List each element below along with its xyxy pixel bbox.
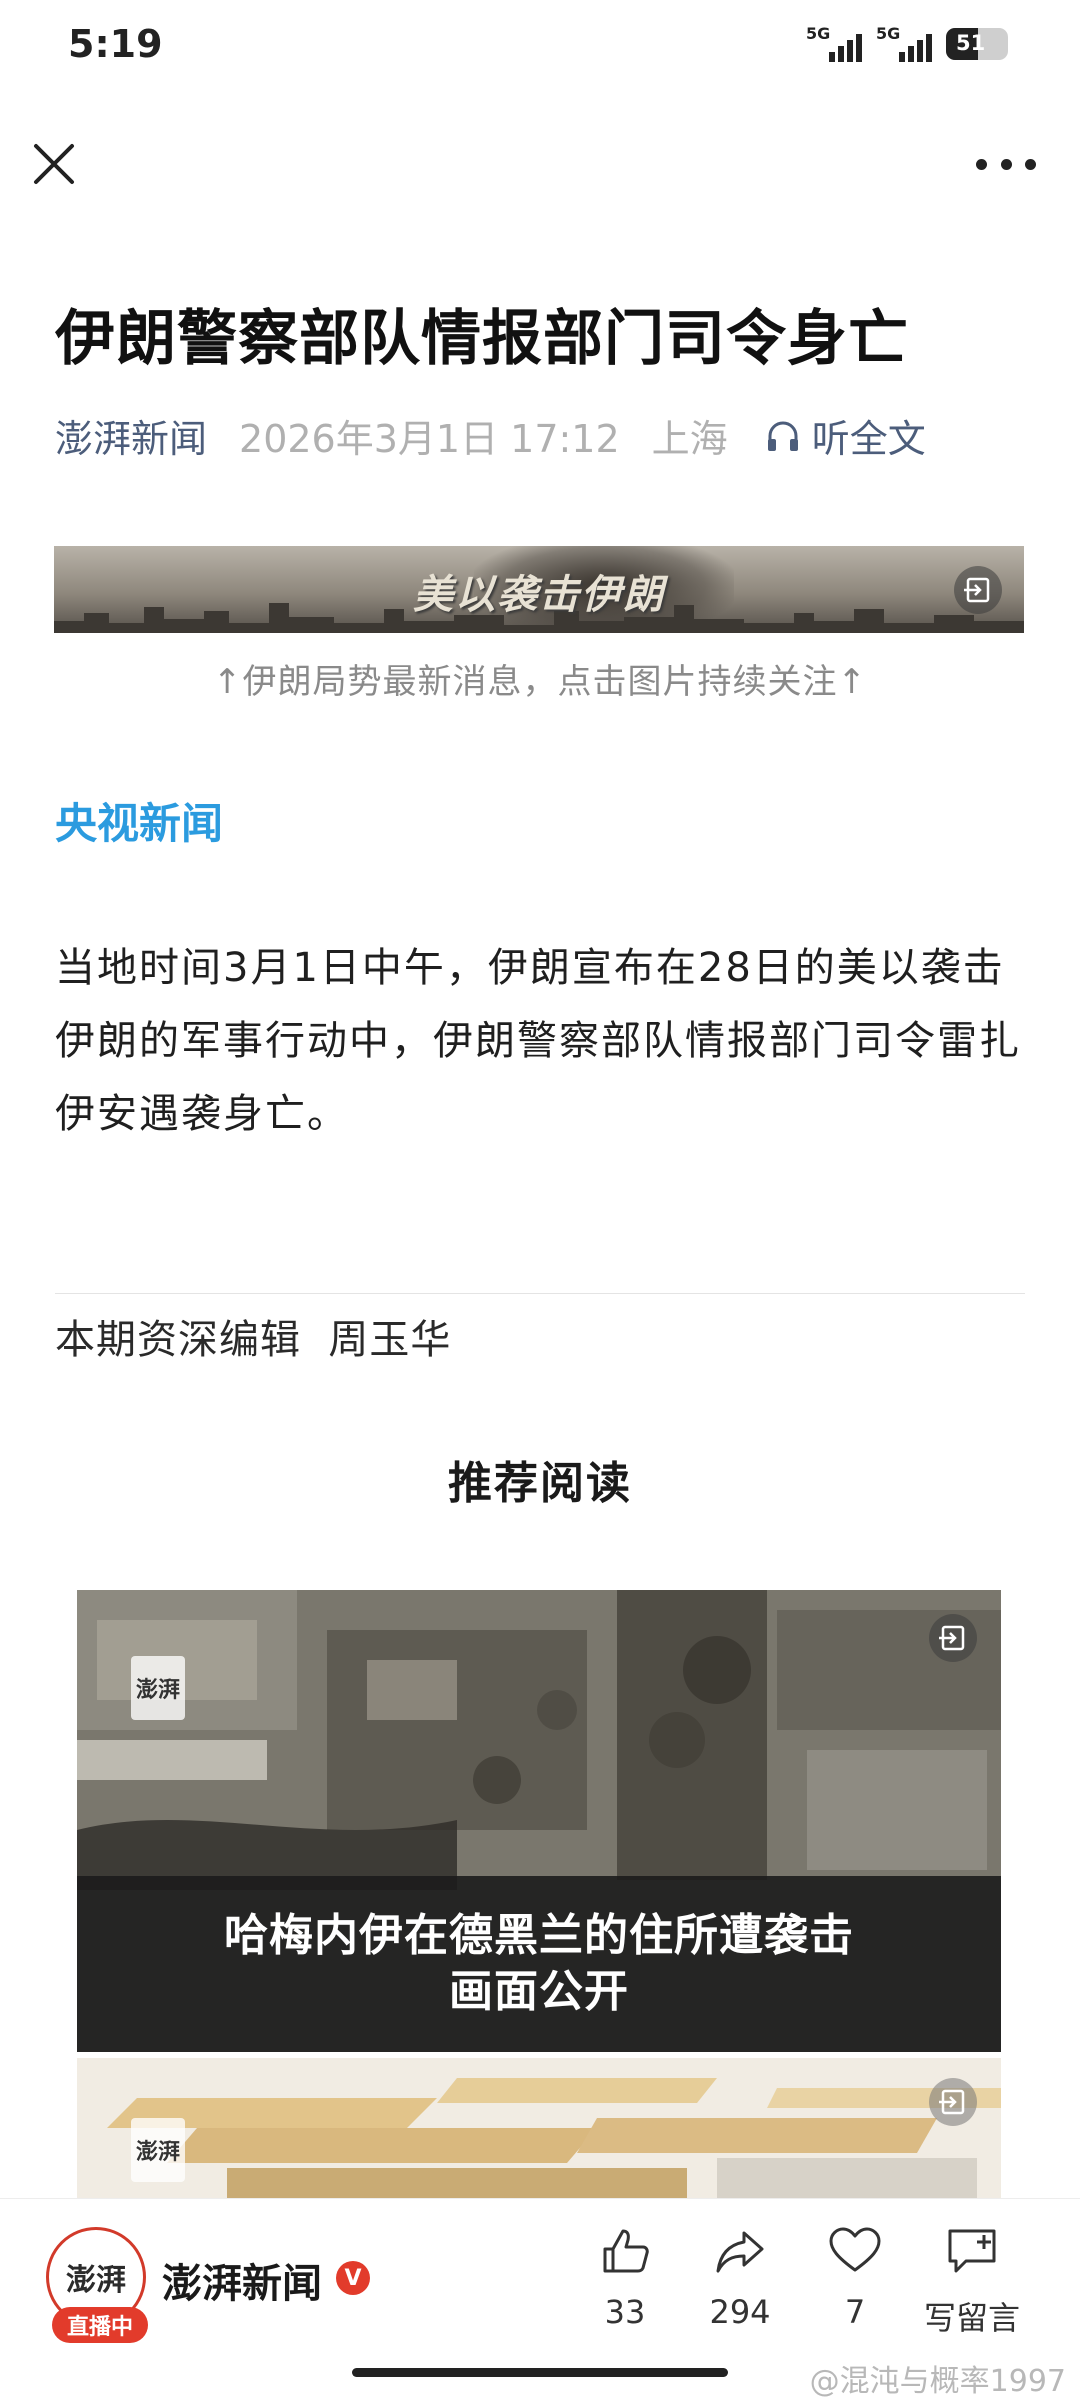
share-count: 294: [709, 2293, 771, 2331]
weibo-watermark: @混沌与概率1997: [809, 2364, 1066, 2399]
battery-level: 51: [956, 31, 986, 55]
article-source-link[interactable]: 澎湃新闻: [55, 408, 207, 463]
favorite-button[interactable]: 7: [795, 2223, 915, 2331]
card-caption-line2: 画面公开: [449, 1966, 629, 2017]
expand-icon[interactable]: [929, 2078, 977, 2126]
watermark-logo: 澎湃: [131, 1656, 185, 1720]
article-title: 伊朗警察部队情报部门司令身亡: [55, 304, 909, 374]
favorite-icon: [829, 2227, 881, 2272]
verified-badge: V: [336, 2261, 370, 2295]
signal-icon: 5G: [806, 24, 862, 64]
signal-label: 5G: [806, 24, 831, 43]
listen-label: 听全文: [811, 417, 926, 461]
article-date: 2026年3月1日 17:12: [239, 417, 620, 461]
headphones-icon: [767, 421, 798, 451]
home-indicator[interactable]: [352, 2368, 728, 2377]
account-name[interactable]: 澎湃新闻: [162, 2251, 322, 2309]
article-location: 上海: [651, 417, 728, 461]
source-name: 央视新闻: [55, 799, 224, 848]
status-time: 5:19: [68, 22, 163, 66]
card-caption: 哈梅内伊在德黑兰的住所遭袭击 画面公开: [77, 1876, 1001, 2052]
expand-icon[interactable]: [929, 1614, 977, 1662]
share-button[interactable]: 294: [680, 2223, 800, 2331]
like-count: 33: [604, 2293, 646, 2331]
like-icon: [603, 2229, 649, 2273]
like-button[interactable]: 33: [565, 2223, 685, 2331]
recommended-card[interactable]: 澎湃: [77, 2058, 1001, 2198]
article-meta: 澎湃新闻 2026年3月1日 17:12 上海 听全文: [55, 408, 926, 463]
status-icons: 5G 5G 51: [806, 24, 1008, 64]
recommended-card[interactable]: 澎湃 哈梅内伊在德黑兰的住所遭袭击 画面公开: [77, 1590, 1001, 2052]
divider: [55, 1293, 1025, 1294]
more-icon[interactable]: [976, 152, 1036, 176]
banner-caption: 美以袭击伊朗: [413, 572, 665, 618]
signal-icon: 5G: [876, 24, 932, 64]
card-caption-line1: 哈梅内伊在德黑兰的住所遭袭击: [224, 1910, 854, 1961]
recommended-title: 推荐阅读: [448, 1458, 632, 1509]
news-banner-image[interactable]: 美以袭击伊朗: [54, 546, 1024, 633]
editor-credit: 本期资深编辑 周玉华: [55, 1317, 452, 1363]
comment-label: 写留言: [923, 2299, 1020, 2337]
live-badge[interactable]: 直播中: [52, 2307, 148, 2343]
battery-icon: 51: [946, 28, 1008, 60]
comment-icon: [948, 2229, 996, 2273]
favorite-count: 7: [844, 2293, 866, 2331]
close-icon[interactable]: [28, 138, 80, 190]
listen-button[interactable]: 听全文: [764, 408, 926, 463]
share-icon: [716, 2231, 764, 2273]
article-paragraph: 当地时间3月1日中午，伊朗宣布在28日的美以袭击伊朗的军事行动中，伊朗警察部队情…: [55, 945, 1021, 1137]
expand-icon[interactable]: [954, 566, 1002, 614]
watermark-logo: 澎湃: [131, 2118, 185, 2182]
banner-note[interactable]: ↑伊朗局势最新消息，点击图片持续关注↑: [0, 654, 1080, 703]
signal-label: 5G: [876, 24, 901, 43]
status-bar: 5:19 5G 5G 51: [0, 0, 1080, 92]
comment-button[interactable]: 写留言: [912, 2223, 1032, 2339]
